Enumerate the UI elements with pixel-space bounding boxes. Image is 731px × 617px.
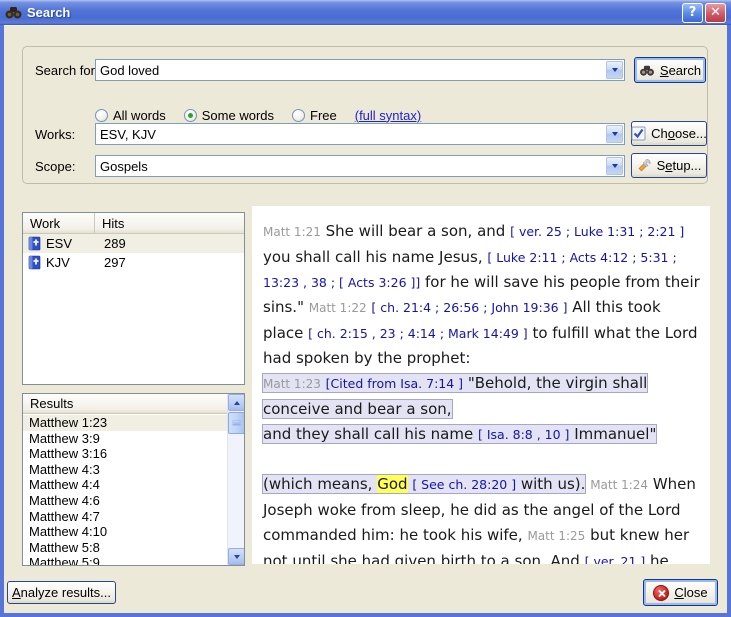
list-item[interactable]: Matthew 4:7 <box>23 509 227 525</box>
search-button[interactable]: Search <box>634 57 706 83</box>
chevron-down-icon[interactable] <box>606 157 623 175</box>
analyze-results-label: Analyze results... <box>12 585 111 600</box>
checkmark-icon <box>631 126 646 141</box>
list-item[interactable]: Matthew 5:9 <box>23 555 227 565</box>
binoculars-icon <box>5 5 22 20</box>
list-item[interactable]: Matthew 4:4 <box>23 477 227 493</box>
cross-reference[interactable]: [ ver. 21 ] <box>585 554 646 564</box>
wrench-icon <box>637 158 652 173</box>
column-header-work[interactable]: Work <box>23 213 95 233</box>
search-panel: Search for: Search All words Some words Fr… <box>22 46 708 184</box>
verse-text: She will bear a son, and <box>321 222 510 240</box>
cross-reference[interactable]: [ ch. 2:15 , 23 ; 4:14 ; Mark 14:49 ] <box>308 326 528 341</box>
scope-label: Scope: <box>35 159 75 174</box>
scroll-down-button[interactable] <box>228 548 245 565</box>
table-row[interactable]: KJV297 <box>23 253 244 272</box>
list-item[interactable]: Matthew 4:10 <box>23 524 227 540</box>
scope-combobox <box>95 155 625 177</box>
highlighted-verse: Matt 1:23 [Cited from Isa. 7:14 ] "Behol… <box>263 374 647 418</box>
titlebar: Search ? ✕ <box>0 0 731 25</box>
hits-count: 297 <box>95 255 126 270</box>
hits-count: 289 <box>95 236 126 251</box>
list-item[interactable]: Matthew 1:23 <box>23 415 227 431</box>
binoculars-icon <box>639 64 655 77</box>
table-row[interactable]: ESV289 <box>23 234 244 253</box>
column-header-hits[interactable]: Hits <box>95 213 130 233</box>
search-for-label: Search for: <box>35 63 99 78</box>
choose-button[interactable]: Choose... <box>631 121 707 146</box>
list-item[interactable]: Matthew 3:16 <box>23 446 227 462</box>
preview-pane[interactable]: Matt 1:21 She will bear a son, and [ ver… <box>252 206 710 564</box>
verse-text: (which means, <box>263 475 377 493</box>
verse-text: with us). <box>516 475 585 493</box>
dialog-body: Search for: Search All words Some words Fr… <box>4 25 727 613</box>
scroll-thumb[interactable] <box>228 412 245 434</box>
chevron-down-icon[interactable] <box>606 61 623 79</box>
verse-number: Matt 1:24 <box>590 478 648 492</box>
word-mode-options: All words Some words Free (full syntax) <box>95 107 421 123</box>
results-scrollbar <box>227 394 244 565</box>
verse-number: Matt 1:23 <box>263 377 321 391</box>
results-list: Results Matthew 1:23Matthew 3:9Matthew 3… <box>22 393 245 566</box>
radio-free[interactable]: Free <box>292 108 337 123</box>
list-item[interactable]: Matthew 3:9 <box>23 431 227 447</box>
radio-all-words[interactable]: All words <box>95 108 166 123</box>
highlighted-verse: and they shall call his name [ Isa. 8:8 … <box>263 425 656 443</box>
close-button-label: Close <box>674 585 707 600</box>
choose-button-label: Choose... <box>651 126 707 141</box>
radio-circle-icon[interactable] <box>184 109 197 122</box>
cross-reference[interactable]: [ ver. 25 ; Luke 1:31 ; 2:21 ] <box>510 224 684 239</box>
help-button[interactable]: ? <box>682 3 703 23</box>
preview-content: Matt 1:21 She will bear a son, and [ ver… <box>263 219 704 564</box>
work-name: ESV <box>46 236 95 251</box>
search-button-label: Search <box>660 63 701 78</box>
radio-label: All words <box>113 108 166 123</box>
cross-reference[interactable]: [ Isa. 8:8 , 10 ] <box>478 427 569 442</box>
chevron-down-icon[interactable] <box>606 125 623 143</box>
verse-number: Matt 1:22 <box>309 301 367 315</box>
list-item[interactable]: Matthew 4:3 <box>23 462 227 478</box>
highlighted-verse: (which means, God [ See ch. 28:20 ] with… <box>263 475 585 493</box>
book-icon <box>27 236 42 251</box>
analyze-results-button[interactable]: Analyze results... <box>7 581 116 604</box>
search-window: Search ? ✕ Search for: Search <box>0 0 731 617</box>
cross-reference[interactable]: [ See ch. 28:20 ] <box>412 477 516 492</box>
search-input[interactable] <box>96 60 605 80</box>
setup-button-label: Setup... <box>657 158 702 173</box>
search-match: God <box>377 475 407 493</box>
hits-table-header: Work Hits <box>23 213 244 234</box>
radio-circle-icon[interactable] <box>95 109 108 122</box>
verse-text: you shall call his name Jesus, <box>263 248 487 266</box>
works-input[interactable] <box>96 124 605 144</box>
list-item[interactable]: Matthew 4:6 <box>23 493 227 509</box>
window-title: Search <box>27 5 680 20</box>
radio-circle-icon[interactable] <box>292 109 305 122</box>
radio-label: Some words <box>202 108 274 123</box>
radio-label: Free <box>310 108 337 123</box>
scope-input[interactable] <box>96 156 605 176</box>
work-name: KJV <box>46 255 95 270</box>
setup-button[interactable]: Setup... <box>631 153 707 178</box>
verse-number: Matt 1:25 <box>527 529 585 543</box>
works-label: Works: <box>35 127 75 142</box>
hits-table: Work Hits ESV289KJV297 <box>22 212 245 385</box>
book-icon <box>27 255 42 270</box>
close-button[interactable]: Close <box>643 579 718 606</box>
scroll-up-button[interactable] <box>228 394 245 411</box>
verse-text: Immanuel" <box>569 425 656 443</box>
cross-reference[interactable]: [ ch. 21:4 ; 26:56 ; John 19:36 ] <box>371 300 567 315</box>
results-header[interactable]: Results <box>23 394 227 414</box>
list-item[interactable]: Matthew 5:8 <box>23 540 227 556</box>
window-close-button[interactable]: ✕ <box>705 3 726 23</box>
verse-text: and they shall call his name <box>263 425 478 443</box>
cross-reference[interactable]: [Cited from Isa. 7:14 ] <box>326 376 463 391</box>
search-combobox <box>95 59 625 81</box>
radio-some-words[interactable]: Some words <box>184 108 274 123</box>
verse-number: Matt 1:21 <box>263 225 321 239</box>
full-syntax-link[interactable]: (full syntax) <box>355 108 421 123</box>
close-icon <box>653 585 669 601</box>
works-combobox <box>95 123 625 145</box>
